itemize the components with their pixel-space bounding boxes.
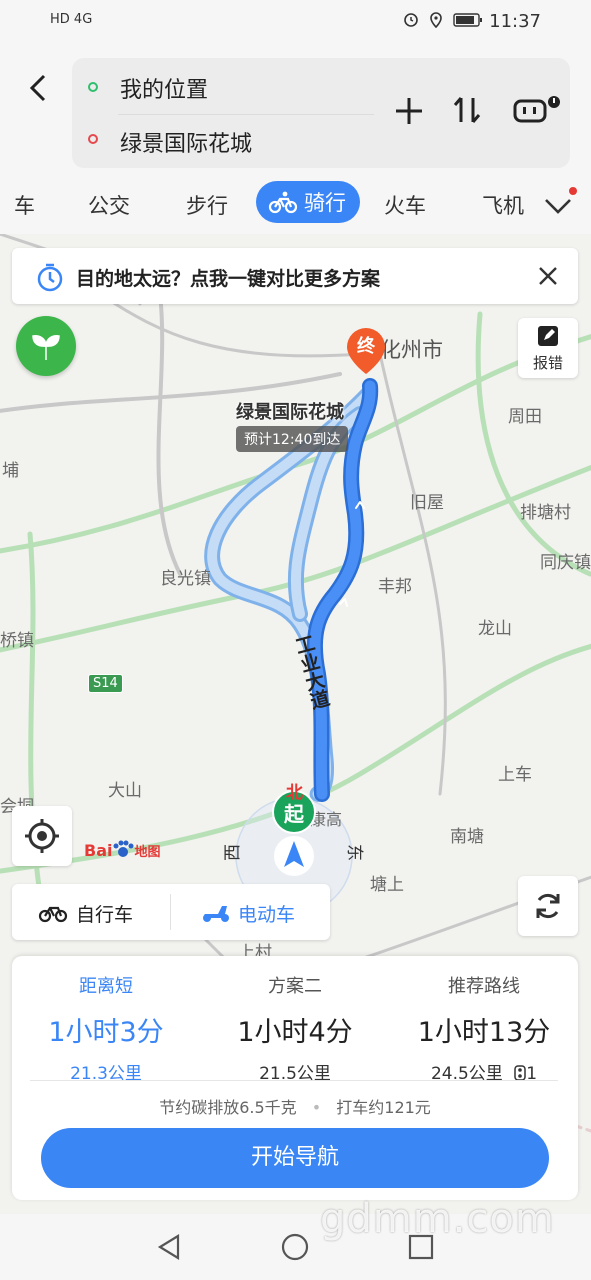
network-indicator: HD 4G: [50, 12, 93, 27]
banner-text: 目的地太远？点我一键对比更多方案: [76, 268, 381, 290]
map-label: 埔: [2, 461, 19, 481]
compass-east: 东: [344, 844, 364, 861]
option-distance: 24.5公里: [430, 1064, 503, 1084]
location-icon: [430, 12, 442, 28]
end-marker[interactable]: 终: [344, 326, 388, 376]
brand-text-2: 地图: [134, 845, 161, 860]
bike-option[interactable]: 自行车: [12, 884, 170, 940]
add-waypoint-icon[interactable]: [392, 94, 426, 128]
brand-text: Bai: [84, 841, 113, 860]
crosshair-icon: [25, 819, 59, 853]
alarm-icon: [404, 13, 418, 27]
tab-walk[interactable]: 步行: [186, 190, 228, 220]
close-icon[interactable]: [536, 264, 560, 288]
destination-field[interactable]: 绿景国际花城: [120, 126, 252, 158]
swap-route-icon[interactable]: [450, 92, 484, 128]
compare-banner[interactable]: 目的地太远？点我一键对比更多方案: [12, 248, 578, 304]
vehicle-selector: 自行车 电动车: [12, 884, 330, 940]
back-button[interactable]: [22, 70, 58, 106]
map-label: 良光镇: [160, 569, 211, 589]
destination-map-label: 绿景国际花城: [236, 402, 344, 423]
bicycle-icon: [38, 906, 68, 923]
route-input-card: 我的位置 绿景国际花城: [72, 58, 570, 168]
report-label: 报错: [532, 354, 563, 372]
route-option-3[interactable]: 推荐路线 1小时13分 24.5公里 1: [390, 972, 578, 1084]
map-label: 丰邦: [378, 577, 412, 597]
route-option-2[interactable]: 方案二 1小时4分 21.5公里: [201, 972, 389, 1084]
vehicle-divider: [170, 894, 171, 930]
nav-back-icon[interactable]: [154, 1232, 184, 1262]
route-divider: [118, 114, 374, 115]
city-label: 化州市: [380, 338, 443, 362]
map-label: 旧屋: [410, 493, 444, 513]
chevron-down-icon: [545, 187, 577, 214]
edit-icon: [538, 326, 558, 346]
refresh-button[interactable]: [518, 876, 578, 936]
chevron-left-icon: [29, 74, 46, 102]
option-duration: 1小时13分: [417, 1017, 551, 1048]
map-label: 同庆镇: [540, 553, 591, 573]
map-label: 排塘村: [520, 503, 571, 523]
start-navigation-button[interactable]: 开始导航: [41, 1128, 549, 1188]
route-option-1[interactable]: 距离短 1小时3分 21.3公里: [12, 972, 200, 1084]
option-name: 推荐路线: [448, 976, 520, 997]
eta-label: 预计12:40到达: [236, 426, 349, 452]
map-label: 龙山: [478, 619, 512, 639]
more-modes-button[interactable]: [540, 186, 580, 226]
bicycle-icon: [268, 191, 298, 214]
traffic-light-count: 1: [526, 1064, 538, 1084]
carbon-saving: 节约碳排放6.5千克: [159, 1098, 297, 1117]
locate-button[interactable]: [12, 806, 72, 866]
ebike-label: 电动车: [238, 904, 296, 926]
taxi-estimate: 打车约121元: [336, 1098, 431, 1117]
origin-dot-icon: [88, 82, 98, 92]
panel-divider: [30, 1080, 558, 1081]
tab-plane[interactable]: 飞机: [482, 190, 526, 220]
destination-dot-icon: [88, 134, 98, 144]
option-duration: 1小时4分: [237, 1017, 353, 1048]
tab-bus[interactable]: 公交: [88, 190, 130, 220]
clock: 11:37: [489, 11, 541, 32]
eco-leaf-button[interactable]: [16, 316, 76, 376]
paw-icon: [113, 840, 134, 857]
option-duration: 1小时3分: [48, 1017, 164, 1048]
tab-cycling-label: 骑行: [304, 191, 346, 215]
report-error-button[interactable]: 报错: [518, 318, 578, 378]
origin-field[interactable]: 我的位置: [120, 72, 208, 104]
tab-car[interactable]: 车: [14, 190, 35, 220]
map-label: 桥镇: [0, 631, 34, 651]
map-label: 塘上: [370, 875, 404, 895]
battery-icon: [453, 13, 482, 27]
leaf-icon: [32, 335, 60, 360]
tab-train[interactable]: 火车: [384, 190, 426, 220]
end-marker-label: 终: [357, 336, 375, 357]
travel-mode-tabs: 车 公交 步行 骑行 火车 飞机: [0, 178, 591, 234]
ride-preference-icon[interactable]: [512, 92, 562, 128]
summary-row: 节约碳排放6.5千克 • 打车约121元: [12, 1094, 578, 1118]
map-label: 南塘: [450, 827, 484, 847]
bike-label: 自行车: [76, 904, 134, 926]
ebike-option[interactable]: 电动车: [172, 884, 330, 940]
option-name: 距离短: [79, 976, 133, 997]
status-bar: HD 4G 11:37: [0, 0, 591, 46]
map-label: 大山: [108, 781, 142, 801]
option-name: 方案二: [268, 976, 322, 997]
compass-north: 北: [286, 783, 303, 803]
nav-home-icon[interactable]: [280, 1232, 310, 1262]
scooter-icon: [203, 906, 229, 922]
highway-badge: S14: [88, 674, 123, 693]
watermark: gdmm.com: [320, 1196, 555, 1242]
heading-arrow-icon: [274, 836, 314, 876]
refresh-icon: [536, 893, 560, 919]
status-icons: [403, 12, 483, 28]
traffic-light-icon: [514, 1065, 526, 1081]
stopwatch-icon: [37, 263, 63, 292]
summary-separator: •: [311, 1098, 322, 1117]
map-label: 上车: [498, 765, 532, 785]
tab-cycling[interactable]: 骑行: [256, 181, 360, 223]
route-options-panel: 距离短 1小时3分 21.3公里 方案二 1小时4分 21.5公里 推荐路线 1…: [12, 956, 578, 1200]
map-label: 周田: [508, 407, 542, 427]
compass-west: 西: [223, 844, 243, 861]
map-brand-logo: Bai 地图: [84, 840, 161, 860]
